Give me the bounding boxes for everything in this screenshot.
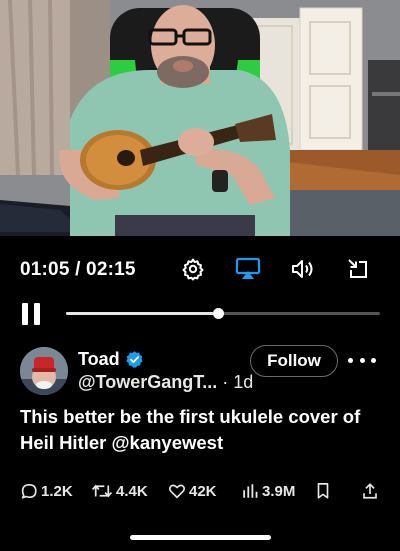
views-icon xyxy=(243,484,258,498)
scrubber-row xyxy=(0,296,400,332)
speaker-icon[interactable] xyxy=(288,254,318,284)
follow-button[interactable]: Follow xyxy=(250,345,338,377)
reply-icon xyxy=(21,484,37,499)
timecode: 01:05 / 02:15 xyxy=(20,259,136,281)
tweet-text: This better be the first ukulele cover o… xyxy=(20,404,390,456)
duration: 02:15 xyxy=(86,259,136,280)
verified-badge-icon xyxy=(126,350,143,368)
player-controls: 01:05 / 02:15 xyxy=(0,250,400,290)
current-time: 01:05 xyxy=(20,259,70,280)
reply-count: 1.2K xyxy=(41,482,73,500)
video-still xyxy=(0,0,400,236)
time-separator: / xyxy=(69,259,87,280)
more-options-icon[interactable] xyxy=(348,350,376,370)
repost-count: 4.4K xyxy=(116,482,148,500)
handle-line: @TowerGangT... · 1d xyxy=(78,372,253,393)
author-block[interactable]: Toad @TowerGangT... · 1d xyxy=(78,348,253,393)
view-count: 3.9M xyxy=(262,482,296,500)
post-age: · 1d xyxy=(217,372,254,392)
bookmark-icon xyxy=(317,483,329,499)
display-name[interactable]: Toad xyxy=(78,349,120,370)
gear-icon[interactable] xyxy=(178,254,208,284)
pause-icon[interactable] xyxy=(18,300,46,328)
repost-icon xyxy=(91,484,113,498)
progress-thumb[interactable] xyxy=(212,308,224,319)
video-frame[interactable] xyxy=(0,0,400,236)
like-button[interactable]: 42K xyxy=(168,482,217,500)
handle[interactable]: @TowerGangT... xyxy=(78,372,217,392)
reply-button[interactable]: 1.2K xyxy=(20,482,73,500)
home-indicator[interactable] xyxy=(130,535,271,540)
avatar[interactable] xyxy=(20,347,68,395)
progress-track[interactable] xyxy=(66,308,380,319)
heart-icon xyxy=(169,484,185,499)
tweet-actions: 1.2K 4.4K 42K 3.9M xyxy=(0,480,400,506)
share-icon xyxy=(363,483,377,499)
share-button[interactable] xyxy=(361,482,382,500)
minimize-icon[interactable] xyxy=(343,254,373,284)
bookmark-button[interactable] xyxy=(315,482,334,500)
mention-link[interactable]: @kanyewest xyxy=(112,432,224,453)
airplay-icon[interactable] xyxy=(233,254,263,284)
views-button[interactable]: 3.9M xyxy=(241,482,295,500)
progress-fill xyxy=(66,312,218,315)
like-count: 42K xyxy=(189,482,217,500)
repost-button[interactable]: 4.4K xyxy=(91,482,148,500)
